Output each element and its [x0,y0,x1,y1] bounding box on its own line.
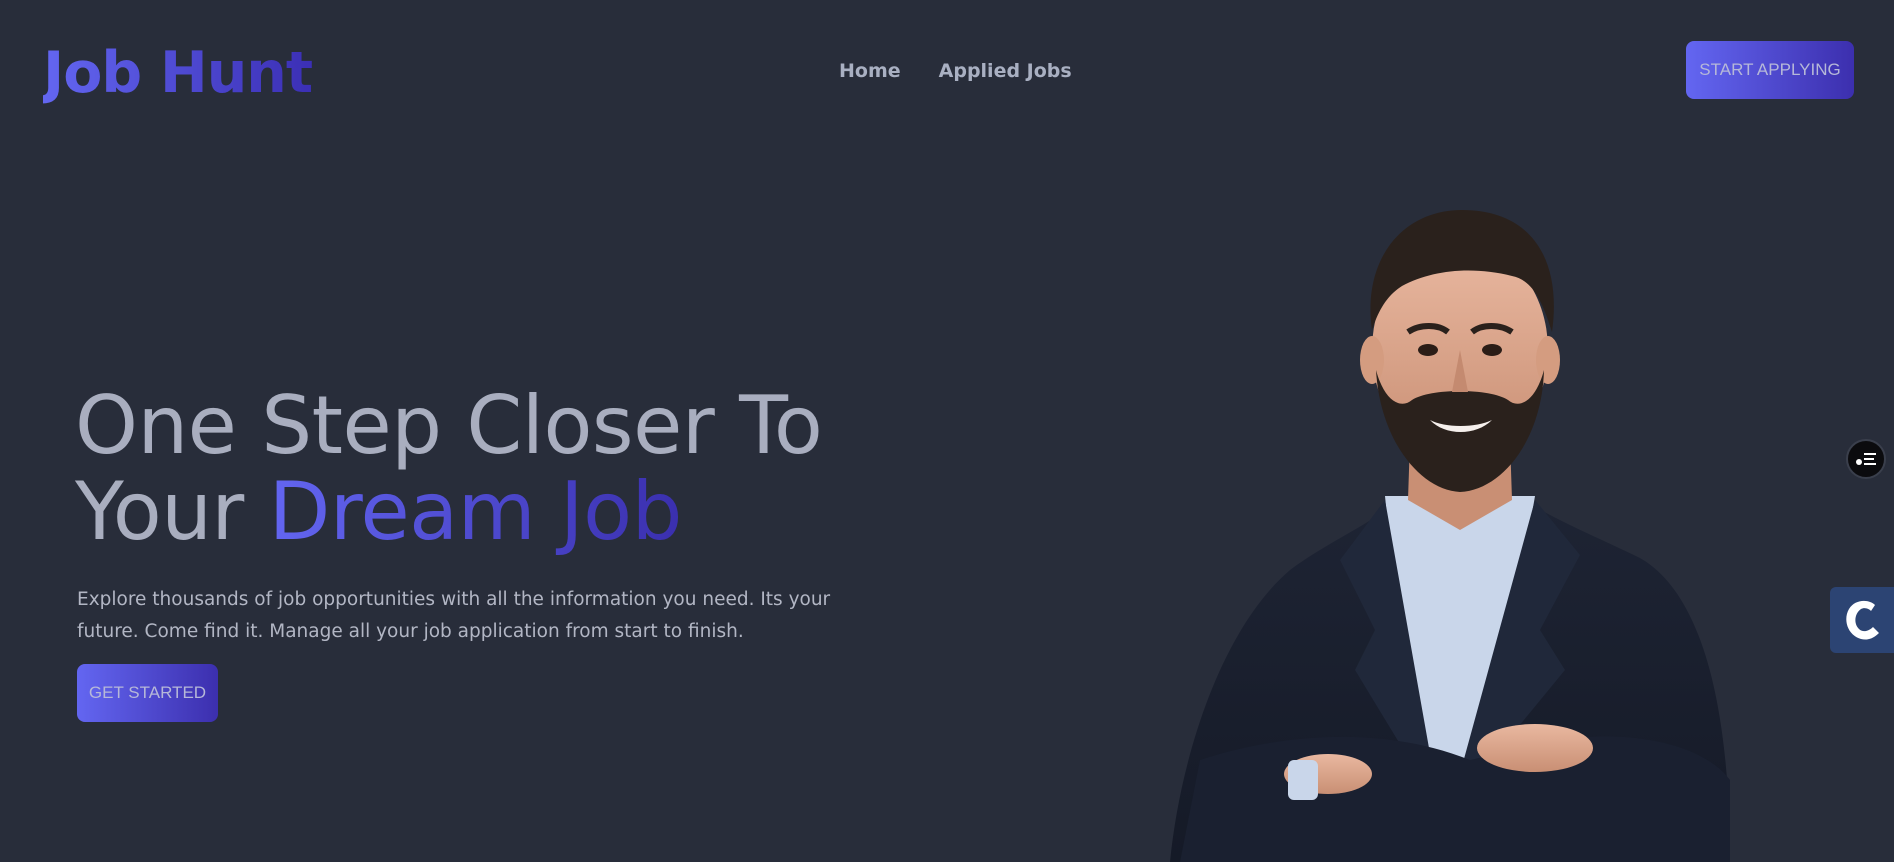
hero-headline: One Step Closer To Your Dream Job [75,383,975,555]
nav-home-link[interactable]: Home [839,58,901,84]
start-applying-button[interactable]: START APPLYING [1686,41,1854,99]
headline-line-2-plain: Your [75,465,269,558]
nav-applied-jobs-link[interactable]: Applied Jobs [939,58,1072,84]
c-logo-icon[interactable] [1830,587,1894,653]
landing-page: Job Hunt Home Applied Jobs START APPLYIN… [0,0,1894,862]
logo[interactable]: Job Hunt [43,38,313,108]
headline-accent: Dream Job [268,465,683,558]
headline-line-1: One Step Closer To [75,379,823,472]
settings-list-icon[interactable] [1846,439,1886,479]
get-started-button[interactable]: GET STARTED [77,664,218,722]
main-nav: Home Applied Jobs [839,58,1072,84]
hero-description: Explore thousands of job opportunities w… [77,589,831,642]
hero-person-image [1170,210,1730,862]
